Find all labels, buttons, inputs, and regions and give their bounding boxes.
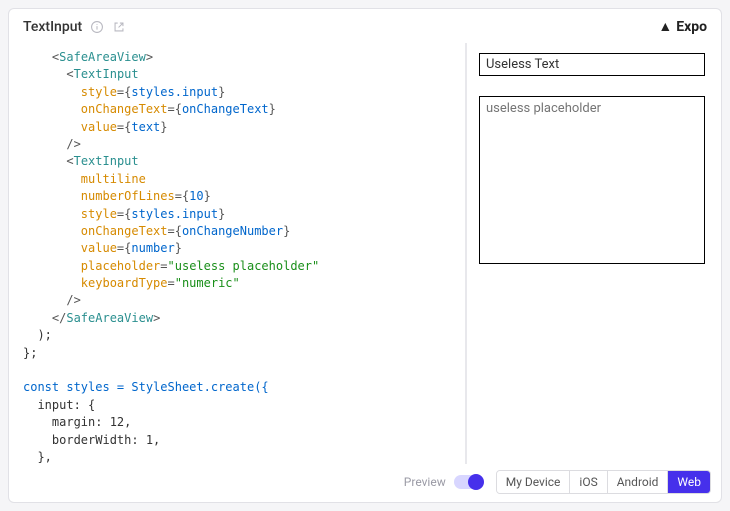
code-token: number bbox=[131, 241, 174, 255]
preview-toggle[interactable] bbox=[454, 475, 482, 489]
code-token: TextInput bbox=[74, 67, 139, 81]
snippet-panel: TextInput ▲ Expo <SafeAreaV bbox=[8, 8, 722, 503]
code-token: style bbox=[81, 85, 117, 99]
code-token: "numeric" bbox=[175, 276, 240, 290]
preview-multiline-input[interactable] bbox=[479, 96, 705, 264]
code-line: }; bbox=[23, 346, 37, 360]
code-token: styles.input bbox=[131, 85, 218, 99]
external-link-icon[interactable] bbox=[112, 20, 126, 34]
code-line: }, bbox=[23, 450, 52, 464]
header: TextInput ▲ Expo bbox=[9, 9, 721, 43]
code-line: const styles = StyleSheet.create({ bbox=[23, 380, 269, 394]
code-token: value bbox=[81, 120, 117, 134]
code-token: onChangeText bbox=[81, 102, 168, 116]
code-token: style bbox=[81, 207, 117, 221]
code-token: keyboardType bbox=[81, 276, 168, 290]
seg-ios[interactable]: iOS bbox=[569, 471, 606, 493]
page-title: TextInput bbox=[23, 19, 82, 35]
code-editor[interactable]: <SafeAreaView> <TextInput style={styles.… bbox=[9, 43, 463, 464]
brand-chevron-icon: ▲ bbox=[658, 20, 672, 34]
code-token: "useless placeholder" bbox=[168, 259, 320, 273]
header-left: TextInput bbox=[23, 19, 126, 35]
preview-text-input[interactable] bbox=[479, 53, 705, 76]
code-token: SafeAreaView bbox=[59, 50, 146, 64]
brand-label: Expo bbox=[676, 19, 707, 35]
code-token: 10 bbox=[189, 189, 203, 203]
pane-resize-handle[interactable] bbox=[463, 43, 469, 464]
code-line: ); bbox=[23, 328, 52, 342]
code-token: onChangeText bbox=[81, 224, 168, 238]
code-token: value bbox=[81, 241, 117, 255]
code-line: margin: 12, bbox=[23, 415, 131, 429]
code-token: multiline bbox=[81, 172, 146, 186]
code-token: onChangeText bbox=[182, 102, 269, 116]
code-token: onChangeNumber bbox=[182, 224, 283, 238]
info-icon[interactable] bbox=[90, 20, 104, 34]
body: <SafeAreaView> <TextInput style={styles.… bbox=[9, 43, 721, 464]
code-token: numberOfLines bbox=[81, 189, 175, 203]
seg-my-device[interactable]: My Device bbox=[497, 471, 570, 493]
code-token: placeholder bbox=[81, 259, 160, 273]
seg-web[interactable]: Web bbox=[667, 471, 710, 493]
seg-android[interactable]: Android bbox=[607, 471, 668, 493]
platform-segment: My Device iOS Android Web bbox=[496, 470, 711, 494]
code-token: SafeAreaView bbox=[66, 311, 153, 325]
code-token: text bbox=[131, 120, 160, 134]
preview-label: Preview bbox=[404, 475, 446, 489]
code-token: styles.input bbox=[131, 207, 218, 221]
code-line: borderWidth: 1, bbox=[23, 433, 160, 447]
footer: Preview My Device iOS Android Web bbox=[9, 464, 721, 502]
preview-pane bbox=[469, 43, 721, 464]
code-line: input: { bbox=[23, 398, 95, 412]
code-token: TextInput bbox=[74, 154, 139, 168]
brand[interactable]: ▲ Expo bbox=[658, 19, 707, 35]
